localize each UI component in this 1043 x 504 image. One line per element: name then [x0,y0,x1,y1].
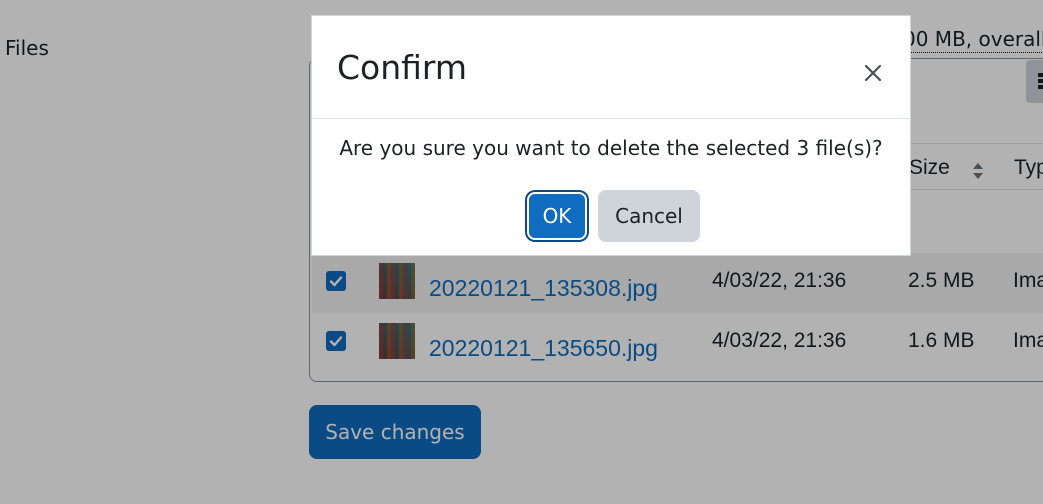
dialog-header-divider [312,118,910,119]
page: Files 00 MB, overall Size Typ 20220121_1… [0,0,1043,504]
close-icon[interactable] [860,60,886,86]
dialog-message: Are you sure you want to delete the sele… [339,136,883,160]
dialog-title: Confirm [337,48,468,87]
confirm-dialog: Confirm Are you sure you want to delete … [311,15,911,256]
cancel-button[interactable]: Cancel [598,190,700,242]
ok-button[interactable]: OK [527,192,587,240]
